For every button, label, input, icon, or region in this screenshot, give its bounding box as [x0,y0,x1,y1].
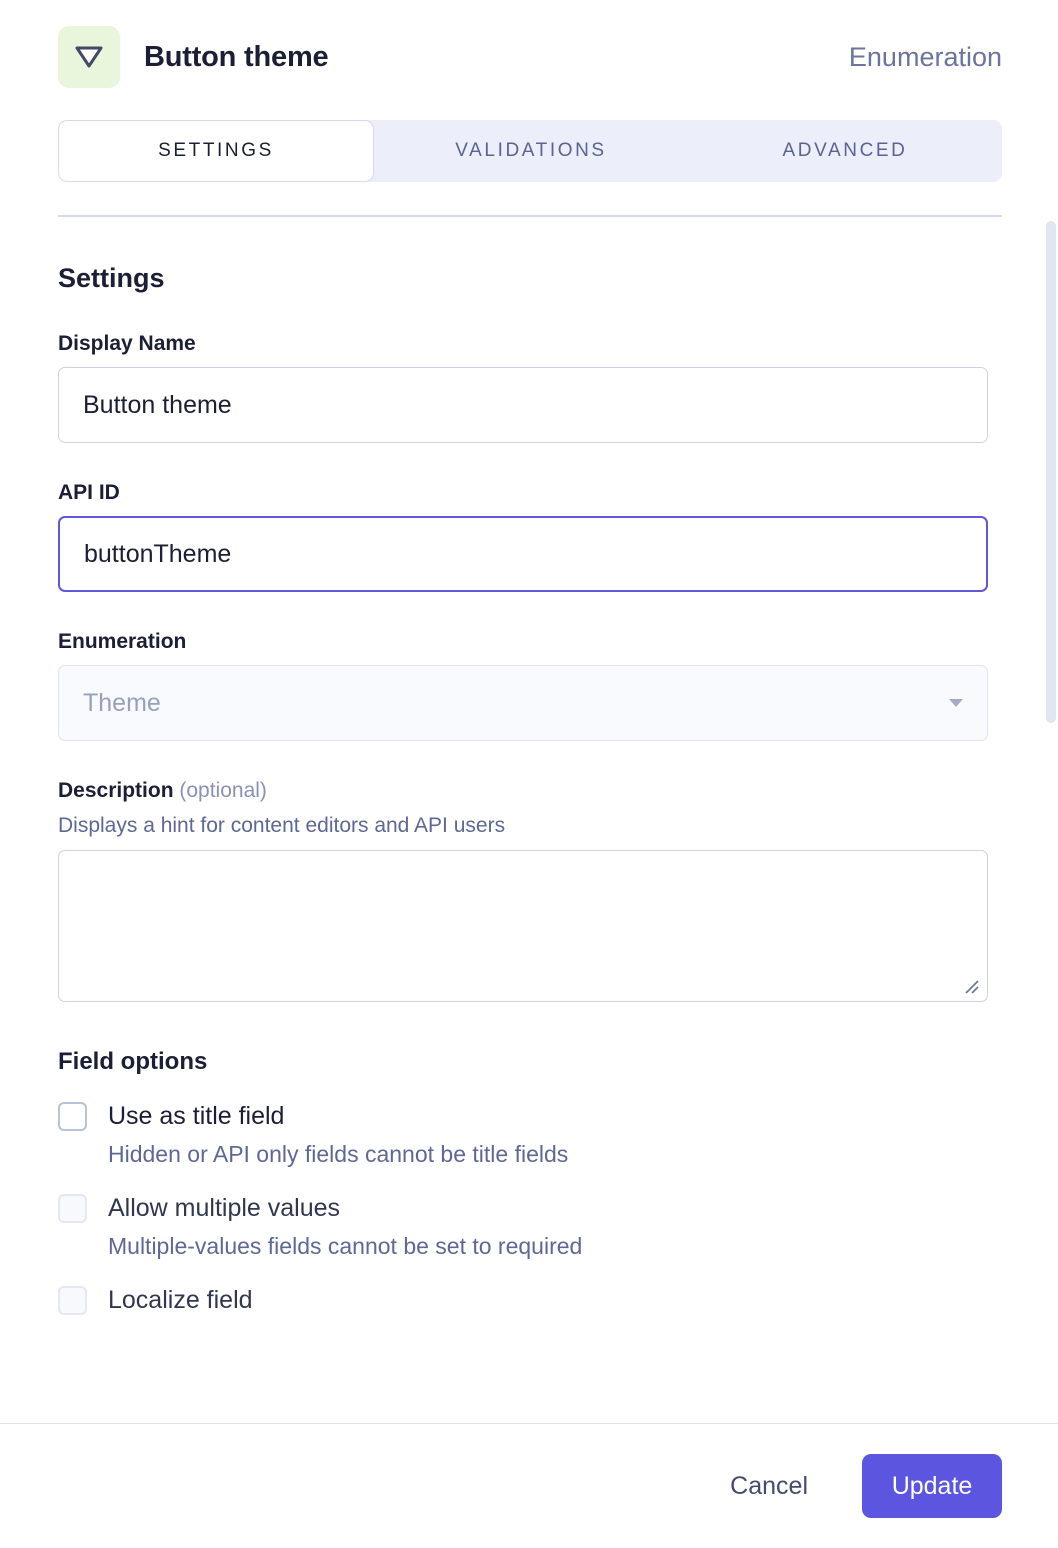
chevron-down-icon [949,699,963,707]
scrollbar-thumb[interactable] [1046,221,1056,723]
option-row-multiple-values: Allow multiple values Multiple-values fi… [58,1194,1002,1260]
option-line: Localize field [58,1286,1002,1315]
tab-validations[interactable]: Validations [374,120,688,182]
description-label-text: Description [58,779,174,802]
tab-advanced[interactable]: Advanced [688,120,1002,182]
display-name-label: Display Name [58,332,196,355]
localize-field-checkbox[interactable] [58,1286,87,1315]
use-as-title-field-checkbox[interactable] [58,1102,87,1131]
allow-multiple-values-label: Allow multiple values [108,1194,341,1222]
tab-bar: Settings Validations Advanced [58,120,1002,182]
localize-field-label: Localize field [108,1286,253,1314]
option-line: Allow multiple values [58,1194,1002,1223]
tab-settings[interactable]: Settings [58,120,374,182]
allow-multiple-values-checkbox[interactable] [58,1194,87,1223]
page-title: Button theme [144,40,329,73]
use-as-title-field-label: Use as title field [108,1102,285,1130]
api-id-label: API ID [58,481,120,504]
field-type-label: Enumeration [848,41,1002,72]
description-optional-suffix: (optional) [179,779,267,802]
vertical-scrollbar[interactable] [1044,217,1058,1423]
api-id-input[interactable] [58,516,988,592]
resize-handle-icon[interactable] [963,978,981,996]
field-options-title: Field options [58,1048,208,1075]
enumeration-label: Enumeration [58,630,187,653]
settings-scroll-region: Settings Display Name API ID Enumeration… [0,217,1058,1423]
field-settings-modal: Button theme Enumeration Settings Valida… [0,0,1058,1548]
modal-header: Button theme Enumeration Settings Valida… [0,0,1058,217]
header-top-row: Button theme Enumeration [58,26,1002,88]
option-row-title-field: Use as title field Hidden or API only fi… [58,1102,1002,1168]
enumeration-select[interactable]: Theme [58,665,988,741]
cancel-button[interactable]: Cancel [712,1460,826,1513]
display-name-input[interactable] [58,367,988,443]
settings-form: Settings Display Name API ID Enumeration… [0,217,1058,1423]
modal-footer: Cancel Update [0,1423,1058,1548]
description-hint: Displays a hint for content editors and … [58,814,506,837]
allow-multiple-values-description: Multiple-values fields cannot be set to … [108,1233,583,1259]
section-title: Settings [58,263,165,293]
update-button[interactable]: Update [862,1454,1002,1518]
option-row-localize-field: Localize field [58,1286,1002,1315]
enumeration-triangle-icon [58,26,120,88]
description-textarea[interactable] [58,850,988,1002]
enumeration-select-value: Theme [83,688,161,717]
option-line: Use as title field [58,1102,1002,1131]
use-as-title-field-description: Hidden or API only fields cannot be titl… [108,1141,569,1167]
description-label: Description (optional) [58,779,1002,803]
